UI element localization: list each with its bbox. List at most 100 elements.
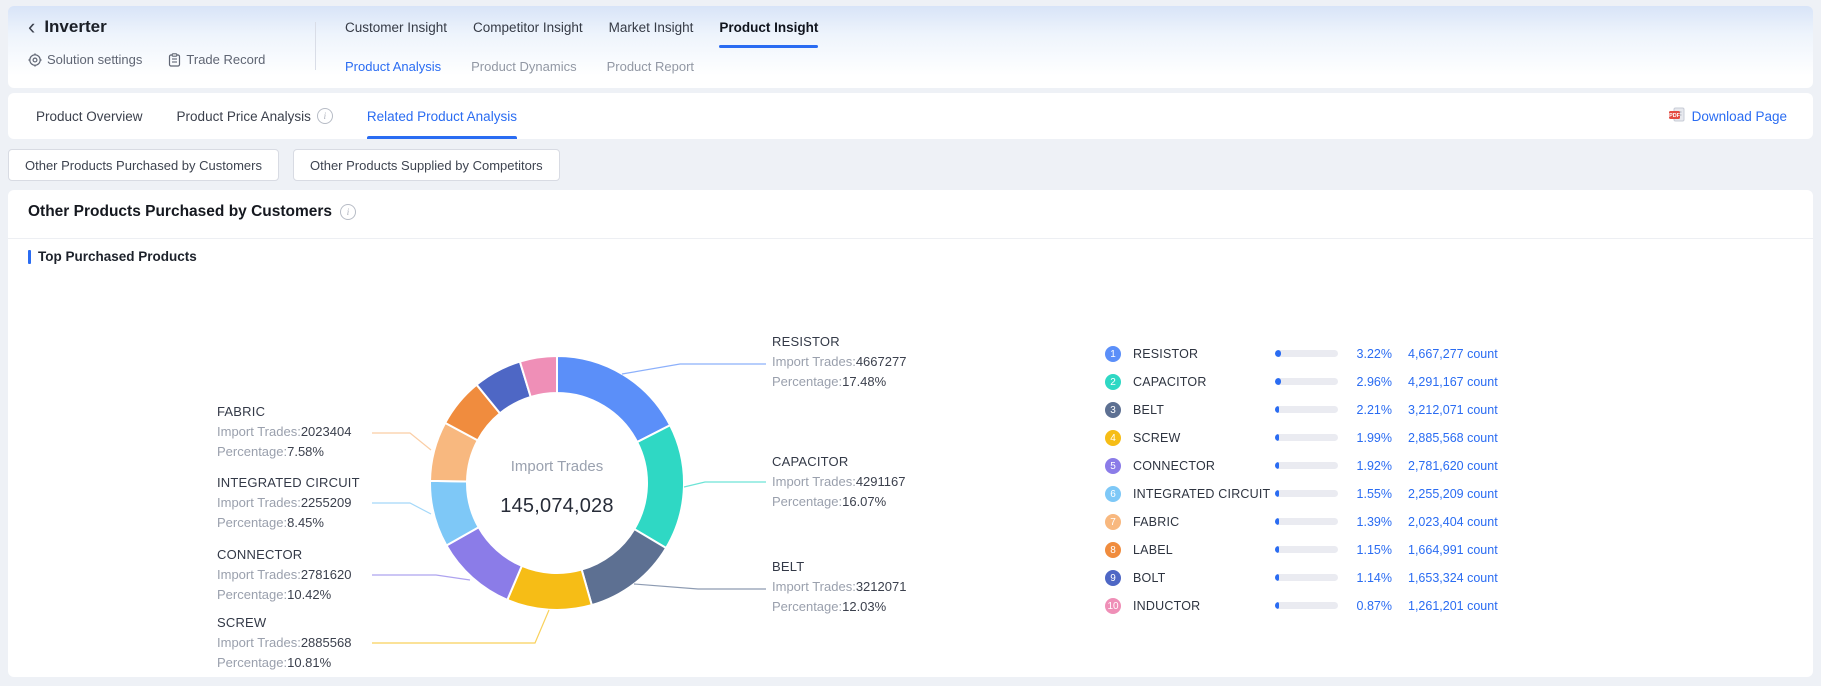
donut-slice-capacitor[interactable] bbox=[634, 425, 684, 548]
related-product-toggle: Other Products Purchased by Customers Ot… bbox=[8, 149, 560, 181]
legend-product-name: SCREW bbox=[1133, 424, 1181, 452]
callout-percentage: Percentage:17.48% bbox=[772, 372, 906, 392]
callout-import-trades: Import Trades:2255209 bbox=[217, 493, 360, 513]
trade-record-button[interactable]: Trade Record bbox=[168, 52, 265, 67]
legend-count: 2,023,404 count bbox=[1408, 508, 1498, 536]
legend-product-name: CONNECTOR bbox=[1133, 452, 1215, 480]
legend-row-connector[interactable]: 5 CONNECTOR 1.92% 2,781,620 count bbox=[1105, 452, 1595, 480]
legend-percentage: 0.87% bbox=[1338, 592, 1392, 620]
callout-line-connector bbox=[372, 575, 470, 580]
tab-product-analysis[interactable]: Product Analysis bbox=[345, 59, 441, 74]
tab-product-report[interactable]: Product Report bbox=[607, 59, 694, 74]
callout-import-trades: Import Trades:2023404 bbox=[217, 422, 351, 442]
callout-product-name: FABRIC bbox=[217, 403, 351, 420]
legend-percentage: 1.55% bbox=[1338, 480, 1392, 508]
legend-row-label[interactable]: 8LABEL1.15%1,664,991 count bbox=[1105, 536, 1595, 564]
share-bar bbox=[1275, 350, 1338, 357]
share-bar-fill bbox=[1275, 462, 1279, 469]
share-bar bbox=[1275, 490, 1338, 497]
callout-percentage: Percentage:12.03% bbox=[772, 597, 906, 617]
callout-import-trades: Import Trades:2781620 bbox=[217, 565, 351, 585]
callout-product-name: INTEGRATED CIRCUIT bbox=[217, 474, 360, 491]
legend-count: 2,885,568 count bbox=[1408, 424, 1498, 452]
legend-percentage: 1.99% bbox=[1338, 424, 1392, 452]
callout-import-trades: Import Trades:4291167 bbox=[772, 472, 905, 492]
callout-product-name: CONNECTOR bbox=[217, 546, 351, 563]
callout-line-resistor bbox=[622, 364, 766, 374]
analysis-toolbar: Product Overview Product Price Analysis … bbox=[8, 93, 1813, 139]
share-bar bbox=[1275, 574, 1338, 581]
legend-count: 1,664,991 count bbox=[1408, 536, 1498, 564]
button-supplied-by-competitors[interactable]: Other Products Supplied by Competitors bbox=[293, 149, 560, 181]
page-title: Inverter bbox=[44, 17, 106, 37]
header-divider bbox=[315, 22, 316, 70]
share-bar-fill bbox=[1275, 350, 1281, 357]
legend-percentage: 1.92% bbox=[1338, 452, 1392, 480]
secondary-nav: Product Analysis Product Dynamics Produc… bbox=[345, 59, 694, 74]
callout-percentage: Percentage:10.42% bbox=[217, 585, 351, 605]
callout-line-screw bbox=[372, 610, 549, 643]
legend-row-integrated-circuit[interactable]: 6INTEGRATED CIRCUIT1.55%2,255,209 count bbox=[1105, 480, 1595, 508]
legend-percentage: 1.14% bbox=[1338, 564, 1392, 592]
tab-product-price-analysis[interactable]: Product Price Analysis bbox=[177, 93, 333, 139]
tab-product-dynamics[interactable]: Product Dynamics bbox=[471, 59, 576, 74]
rank-badge: 2 bbox=[1105, 374, 1121, 390]
callout-line-fabric bbox=[372, 433, 431, 450]
callout-screw: SCREWImport Trades:2885568Percentage:10.… bbox=[217, 614, 351, 673]
download-page-link[interactable]: PDF Download Page bbox=[1668, 93, 1787, 139]
legend-row-bolt[interactable]: 9BOLT1.14%1,653,324 count bbox=[1105, 564, 1595, 592]
legend-row-fabric[interactable]: 7FABRIC1.39%2,023,404 count bbox=[1105, 508, 1595, 536]
donut-slice-belt[interactable] bbox=[582, 529, 666, 605]
tab-product-overview[interactable]: Product Overview bbox=[36, 93, 143, 139]
gear-icon bbox=[28, 53, 42, 67]
legend-count: 2,781,620 count bbox=[1408, 452, 1498, 480]
rank-badge: 5 bbox=[1105, 458, 1121, 474]
pdf-icon: PDF bbox=[1668, 107, 1686, 126]
legend-row-capacitor[interactable]: 2CAPACITOR2.96%4,291,167 count bbox=[1105, 368, 1595, 396]
page-header: ‹ Inverter Solution settings Trade Recor… bbox=[8, 6, 1813, 88]
callout-product-name: RESISTOR bbox=[772, 333, 906, 350]
legend-percentage: 1.39% bbox=[1338, 508, 1392, 536]
solution-settings-button[interactable]: Solution settings bbox=[28, 52, 142, 67]
callout-belt: BELTImport Trades:3212071Percentage:12.0… bbox=[772, 558, 906, 617]
legend-count: 2,255,209 count bbox=[1408, 480, 1498, 508]
share-bar-fill bbox=[1275, 546, 1279, 553]
legend-product-name: INTEGRATED CIRCUIT bbox=[1133, 480, 1270, 508]
callout-line-capacitor bbox=[684, 482, 766, 487]
share-bar bbox=[1275, 518, 1338, 525]
tab-market-insight[interactable]: Market Insight bbox=[609, 19, 694, 48]
legend-product-name: INDUCTOR bbox=[1133, 592, 1200, 620]
tab-related-product-analysis[interactable]: Related Product Analysis bbox=[367, 93, 517, 139]
tab-competitor-insight[interactable]: Competitor Insight bbox=[473, 19, 583, 48]
legend-row-inductor[interactable]: 10INDUCTOR0.87%1,261,201 count bbox=[1105, 592, 1595, 620]
callout-line-belt bbox=[634, 584, 766, 589]
share-bar-fill bbox=[1275, 602, 1279, 609]
top-products-legend: 1RESISTOR3.22%4,667,277 count2CAPACITOR2… bbox=[1105, 340, 1595, 620]
back-chevron-icon[interactable]: ‹ bbox=[28, 17, 35, 37]
legend-row-resistor[interactable]: 1RESISTOR3.22%4,667,277 count bbox=[1105, 340, 1595, 368]
tab-product-insight[interactable]: Product Insight bbox=[719, 19, 818, 48]
share-bar bbox=[1275, 378, 1338, 385]
callout-capacitor: CAPACITORImport Trades:4291167Percentage… bbox=[772, 453, 905, 512]
share-bar bbox=[1275, 602, 1338, 609]
legend-row-belt[interactable]: 3BELT2.21%3,212,071 count bbox=[1105, 396, 1595, 424]
legend-product-name: FABRIC bbox=[1133, 508, 1179, 536]
primary-nav: Customer Insight Competitor Insight Mark… bbox=[345, 19, 818, 48]
callout-percentage: Percentage:10.81% bbox=[217, 653, 351, 673]
share-bar-fill bbox=[1275, 406, 1279, 413]
callout-connector: CONNECTOR Import Trades:2781620Percentage… bbox=[217, 546, 351, 605]
legend-percentage: 3.22% bbox=[1338, 340, 1392, 368]
legend-count: 1,261,201 count bbox=[1408, 592, 1498, 620]
tab-customer-insight[interactable]: Customer Insight bbox=[345, 19, 447, 48]
legend-row-screw[interactable]: 4SCREW1.99%2,885,568 count bbox=[1105, 424, 1595, 452]
rank-badge: 8 bbox=[1105, 542, 1121, 558]
legend-product-name: BELT bbox=[1133, 396, 1164, 424]
callout-resistor: RESISTORImport Trades:4667277Percentage:… bbox=[772, 333, 906, 392]
callout-product-name: BELT bbox=[772, 558, 906, 575]
callout-percentage: Percentage:7.58% bbox=[217, 442, 351, 462]
button-purchased-by-customers[interactable]: Other Products Purchased by Customers bbox=[8, 149, 279, 181]
callout-product-name: CAPACITOR bbox=[772, 453, 905, 470]
legend-percentage: 1.15% bbox=[1338, 536, 1392, 564]
info-icon[interactable] bbox=[317, 108, 333, 124]
callout-import-trades: Import Trades:2885568 bbox=[217, 633, 351, 653]
